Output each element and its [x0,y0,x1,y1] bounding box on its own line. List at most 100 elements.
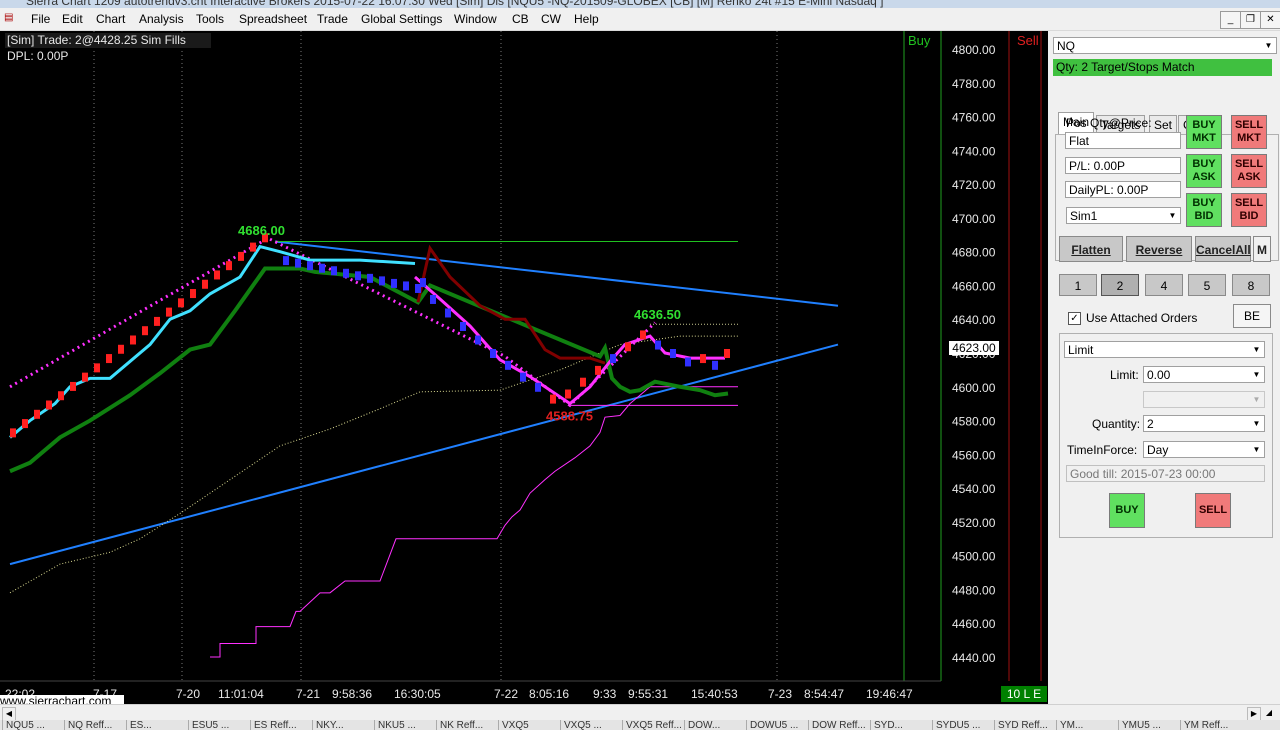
current-price-marker: 4623.00 [949,341,999,355]
chartbook-tab[interactable]: YM... [1056,720,1083,730]
menu-chart[interactable]: Chart [96,12,125,26]
order-type-select[interactable]: Limit ▼ [1064,341,1265,358]
renko-brick [355,271,361,281]
cancel-all-button[interactable]: CancelAll [1195,236,1251,262]
scroll-right-icon[interactable]: ▶ [1247,707,1261,721]
be-button[interactable]: BE [1233,304,1271,328]
menu-edit[interactable]: Edit [62,12,83,26]
chartbook-tab[interactable]: DOW... [684,720,720,730]
chart-area[interactable]: 4800.00 4780.00 4760.00 4740.00 4720.00 4700.… [0,31,1048,707]
menu-cb[interactable]: CB [512,12,529,26]
qty-button-4[interactable]: 4 [1145,274,1183,296]
renko-brick [403,281,409,291]
app-icon[interactable]: ▤ [4,12,13,23]
buy-column-label: Buy [908,33,931,48]
menu-global-settings[interactable]: Global Settings [361,12,442,26]
menu-cw[interactable]: CW [541,12,561,26]
sell-ask-button[interactable]: SELL ASK [1231,154,1267,188]
quantity-label: Quantity: [1092,417,1141,431]
menu-file[interactable]: File [31,12,50,26]
chartbook-tab[interactable]: SYD Reff... [994,720,1048,730]
menu-spreadsheet[interactable]: Spreadsheet [239,12,307,26]
chartbook-tab[interactable]: NQU5 ... [2,720,45,730]
renko-brick [142,326,148,336]
sell-bid-button[interactable]: SELL BID [1231,193,1267,227]
chartbook-tab[interactable]: YM Reff... [1180,720,1228,730]
buy-bid-button[interactable]: BUY BID [1186,193,1222,227]
window-title: Sierra Chart 1209 autotrendv3.cht Intera… [26,0,884,8]
renko-brick [565,389,571,399]
sell-button[interactable]: SELL [1195,493,1231,528]
chart-canvas[interactable]: 4800.00 4780.00 4760.00 4740.00 4720.00 4700.… [0,31,1048,704]
tif-label: TimeInForce: [1067,443,1138,457]
minimize-button[interactable]: _ [1220,11,1241,29]
tif-select[interactable]: Day ▼ [1143,441,1265,458]
chartbook-tab[interactable]: ES... [126,720,152,730]
renko-brick [379,276,385,286]
chartbook-tab[interactable]: NQ Reff... [64,720,112,730]
buy-button[interactable]: BUY [1109,493,1145,528]
price-tick-label: 4700.00 [952,212,996,226]
renko-brick [70,381,76,391]
scroll-left-icon[interactable]: ◀ [2,707,16,721]
time-tick-label: 19:46:47 [866,687,913,701]
renko-brick [475,335,481,345]
chartbook-tab[interactable]: VXQ5 [498,720,529,730]
chevron-down-icon: ▼ [1252,419,1261,428]
buy-market-button[interactable]: BUY MKT [1186,115,1222,149]
chartbook-tab[interactable]: VXQ5 ... [560,720,602,730]
chartbook-tab[interactable]: NK Reff... [436,720,483,730]
flatten-button[interactable]: Flatten [1059,236,1123,262]
reverse-button[interactable]: Reverse [1126,236,1192,262]
renko-brick [625,342,631,352]
chartbook-tab[interactable]: ES Reff... [250,720,297,730]
chartbook-tab[interactable]: SYD... [870,720,903,730]
pos-qty-label: Pos Qty@Price: [1066,116,1152,130]
menu-tools[interactable]: Tools [196,12,224,26]
renko-brick [214,270,220,280]
chartbook-tab[interactable]: YMU5 ... [1118,720,1161,730]
buy-ask-button[interactable]: BUY ASK [1186,154,1222,188]
menu-window[interactable]: Window [454,12,497,26]
chartbook-tab[interactable]: DOWU5 ... [746,720,798,730]
horizontal-scrollbar[interactable]: ◀ ▶ ◢ [0,704,1280,721]
renko-brick [22,419,28,429]
limit-price-input[interactable]: 0.00 ▼ [1143,366,1265,383]
time-tick-label: 9:55:31 [628,687,668,701]
menu-analysis[interactable]: Analysis [139,12,184,26]
renko-brick [34,409,40,419]
chartbook-tab[interactable]: VXQ5 Reff... [622,720,682,730]
chartbook-tab[interactable]: NKU5 ... [374,720,416,730]
chartbook-tab[interactable]: SYDU5 ... [932,720,980,730]
price-tick-label: 4780.00 [952,77,996,91]
renko-brick [520,372,526,382]
price-tick-label: 4440.00 [952,651,996,665]
renko-brick [580,377,586,387]
sell-market-button[interactable]: SELL MKT [1231,115,1267,149]
restore-button[interactable]: ❐ [1240,11,1261,29]
chartbook-tab[interactable]: NKY... [312,720,344,730]
price-tick-label: 4580.00 [952,415,996,429]
menu-help[interactable]: Help [574,12,599,26]
resize-icon: ◢ [1265,708,1273,717]
renko-brick [295,258,301,268]
qty-button-2[interactable]: 2 [1101,274,1139,296]
account-select[interactable]: Sim1 ▼ [1066,207,1181,224]
m-button[interactable]: M [1253,236,1271,262]
renko-brick [118,344,124,354]
use-attached-checkbox[interactable]: ✓ [1068,312,1081,325]
chevron-down-icon: ▼ [1252,345,1261,354]
qty-button-1[interactable]: 1 [1059,274,1097,296]
qty-button-5[interactable]: 5 [1188,274,1226,296]
chartbook-tab[interactable]: ESU5 ... [188,720,229,730]
price-tick-label: 4720.00 [952,178,996,192]
close-button[interactable]: ✕ [1260,11,1280,29]
symbol-select[interactable]: NQ ▼ [1053,37,1277,54]
price-tick-label: 4600.00 [952,381,996,395]
quantity-input[interactable]: 2 ▼ [1143,415,1265,432]
qty-button-8[interactable]: 8 [1232,274,1270,296]
chartbook-tab[interactable]: DOW Reff... [808,720,866,730]
menu-trade[interactable]: Trade [317,12,348,26]
time-tick-label: 11:01:04 [218,687,264,701]
time-tick-label: 7-22 [494,687,518,701]
